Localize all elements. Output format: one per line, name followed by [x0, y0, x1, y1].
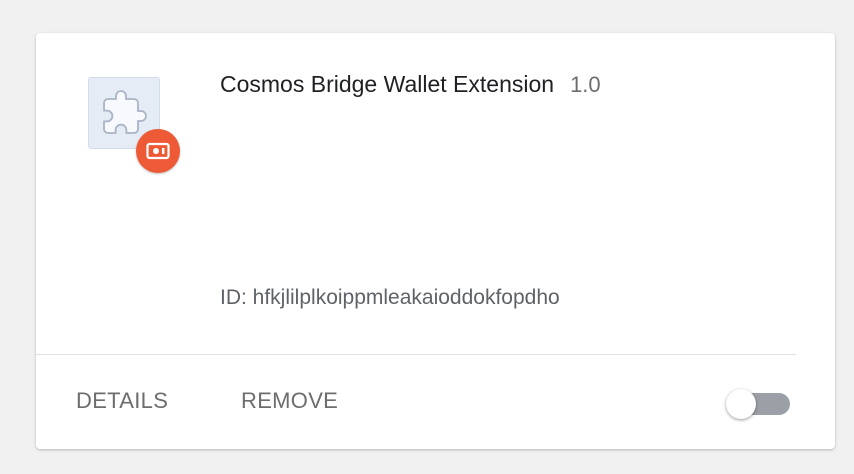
- enable-toggle[interactable]: [726, 389, 792, 421]
- extension-card: Cosmos Bridge Wallet Extension 1.0 ID: h…: [36, 33, 835, 449]
- extension-id: ID: hfkjlilplkoippmleakaioddokfopdho: [220, 286, 560, 309]
- remove-button[interactable]: REMOVE: [241, 388, 338, 414]
- card-divider: [36, 354, 796, 355]
- web-store-badge-icon: [136, 129, 180, 173]
- extension-version: 1.0: [570, 72, 601, 97]
- extension-title-row: Cosmos Bridge Wallet Extension 1.0: [220, 71, 601, 98]
- details-button[interactable]: DETAILS: [76, 388, 168, 414]
- extension-icon-group: [88, 77, 180, 173]
- toggle-knob: [726, 389, 756, 419]
- extension-name: Cosmos Bridge Wallet Extension: [220, 71, 555, 97]
